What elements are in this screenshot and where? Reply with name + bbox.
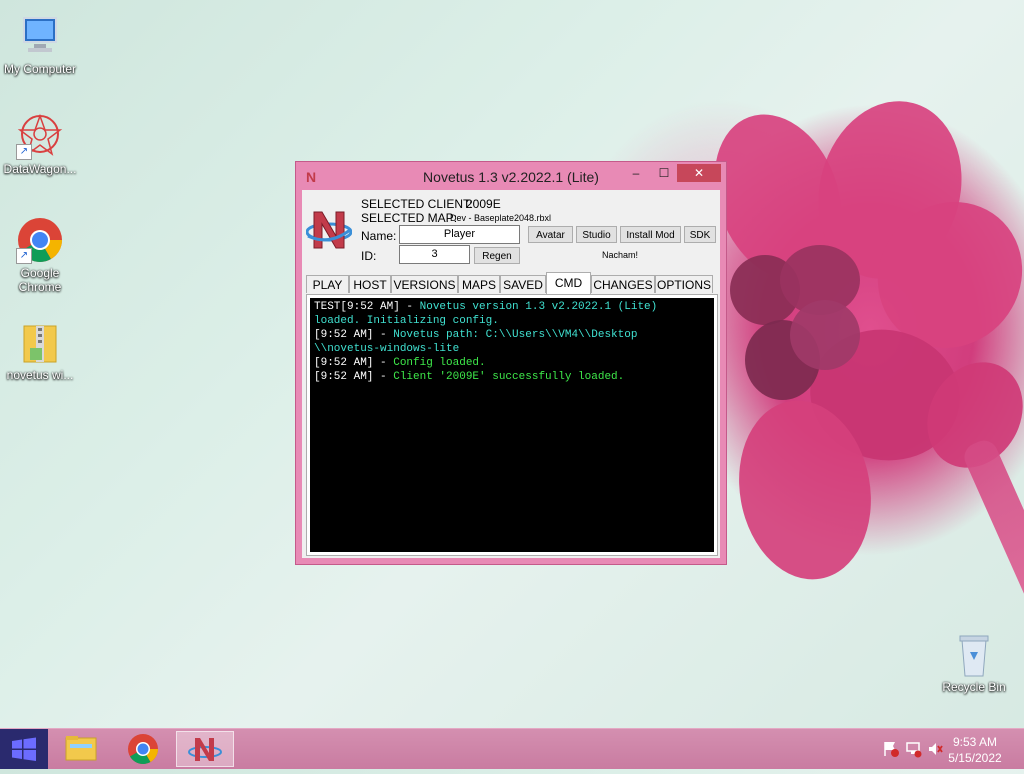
novetus-app-icon — [188, 738, 222, 761]
tab-saved[interactable]: SAVED — [500, 275, 546, 293]
selected-client-label: SELECTED CLIENT: — [361, 197, 473, 211]
recycle-bin-icon — [950, 630, 998, 678]
taskbar-chrome[interactable] — [114, 731, 172, 767]
maximize-button[interactable]: ☐ — [651, 164, 677, 182]
desktop-icon-label: Google Chrome — [18, 266, 62, 294]
console-line-text: Config loaded. — [393, 357, 486, 369]
console-line-prefix: TEST[9:52 AM] - — [314, 301, 420, 313]
selected-map-value: Dev - Baseplate2048.rbxl — [450, 213, 552, 223]
tab-changes[interactable]: CHANGES — [591, 275, 655, 293]
tab-options[interactable]: OPTIONS — [655, 275, 713, 293]
taskbar: 9:53 AM 5/15/2022 — [0, 728, 1024, 769]
selected-map-label: SELECTED MAP: — [361, 211, 458, 225]
console-line: [9:52 AM] - Client '2009E' successfully … — [314, 370, 710, 384]
avatar-button[interactable]: Avatar — [528, 226, 573, 243]
install-mod-button[interactable]: Install Mod — [620, 226, 681, 243]
novetus-logo-icon — [305, 206, 353, 252]
console-line-prefix: [9:52 AM] - — [314, 329, 394, 341]
cmd-tab-panel: TEST[9:52 AM] - Novetus version 1.3 v2.2… — [306, 294, 718, 556]
id-label: ID: — [361, 249, 377, 263]
console-line-text: \\novetus-windows-lite — [314, 343, 460, 355]
zip-folder-icon — [16, 318, 64, 366]
clock-date: 5/15/2022 — [948, 751, 1002, 765]
desktop-icon-my-computer[interactable]: My Computer — [0, 12, 82, 76]
taskbar-novetus[interactable] — [176, 731, 234, 767]
desktop-icon-datawagon[interactable]: ↗ DataWagon... — [0, 112, 82, 176]
shortcut-arrow-icon: ↗ — [16, 248, 32, 264]
splash-text: Nacham! — [602, 250, 639, 260]
console-line: loaded. Initializing config. — [314, 314, 710, 328]
console-line: [9:52 AM] - Config loaded. — [314, 356, 710, 370]
desktop-icon-recycle-bin[interactable]: Recycle Bin — [932, 630, 1016, 694]
desktop-icon-label: My Computer — [3, 62, 77, 76]
tab-play[interactable]: PLAY — [306, 275, 349, 293]
close-button[interactable]: ✕ — [677, 164, 721, 182]
window-titlebar[interactable]: N Novetus 1.3 v2.2022.1 (Lite) – ☐ ✕ — [296, 162, 726, 190]
selected-client-value: 2009E — [466, 197, 501, 211]
console-line-text: loaded. Initializing config. — [314, 315, 499, 327]
desktop-icon-label: Recycle Bin — [942, 680, 1006, 694]
datawagon-icon: ↗ — [16, 112, 64, 160]
chrome-icon: ↗ — [16, 216, 64, 264]
sdk-button[interactable]: SDK — [684, 226, 716, 243]
id-input[interactable]: 3 — [399, 245, 470, 264]
action-center-flag-icon[interactable] — [882, 740, 900, 758]
console-line-prefix: [9:52 AM] - — [314, 357, 394, 369]
console-line-text: Client '2009E' successfully loaded. — [393, 371, 625, 383]
novetus-window: N Novetus 1.3 v2.2022.1 (Lite) – ☐ ✕ SEL… — [295, 161, 727, 565]
console-line: \\novetus-windows-lite — [314, 342, 710, 356]
window-client-area: SELECTED CLIENT: 2009E SELECTED MAP: Dev… — [302, 190, 720, 558]
console-output[interactable]: TEST[9:52 AM] - Novetus version 1.3 v2.2… — [310, 298, 714, 552]
desktop-icon-label: novetus wi... — [6, 368, 74, 382]
studio-button[interactable]: Studio — [576, 226, 617, 243]
console-line-text: Novetus path: C:\\Users\\VM4\\Desktop — [393, 329, 638, 341]
taskbar-clock[interactable]: 9:53 AM 5/15/2022 — [940, 734, 1010, 774]
chrome-icon — [128, 734, 158, 765]
desktop-icon-google-chrome[interactable]: ↗ Google Chrome — [0, 216, 82, 294]
folder-icon — [65, 736, 97, 761]
desktop-icon-novetus-folder[interactable]: novetus wi... — [0, 318, 82, 382]
windows-logo-icon — [12, 737, 36, 761]
desktop-icon-label: DataWagon... — [3, 162, 77, 176]
shortcut-arrow-icon: ↗ — [16, 144, 32, 160]
minimize-button[interactable]: – — [623, 164, 649, 182]
console-line: [9:52 AM] - Novetus path: C:\\Users\\VM4… — [314, 328, 710, 342]
console-line: TEST[9:52 AM] - Novetus version 1.3 v2.2… — [314, 300, 710, 314]
console-line-prefix: [9:52 AM] - — [314, 371, 394, 383]
name-input[interactable]: Player — [399, 225, 520, 244]
tab-maps[interactable]: MAPS — [458, 275, 500, 293]
name-label: Name: — [361, 229, 397, 243]
regen-button[interactable]: Regen — [474, 247, 520, 264]
start-button[interactable] — [0, 729, 48, 769]
tab-host[interactable]: HOST — [349, 275, 391, 293]
taskbar-file-explorer[interactable] — [52, 731, 110, 767]
tab-versions[interactable]: VERSIONS — [391, 275, 458, 293]
network-icon[interactable] — [904, 740, 922, 758]
tab-cmd[interactable]: CMD — [546, 272, 591, 294]
clock-time: 9:53 AM — [952, 735, 998, 749]
console-line-text: Novetus version 1.3 v2.2022.1 (Lite) — [419, 301, 658, 313]
computer-icon — [16, 12, 64, 60]
